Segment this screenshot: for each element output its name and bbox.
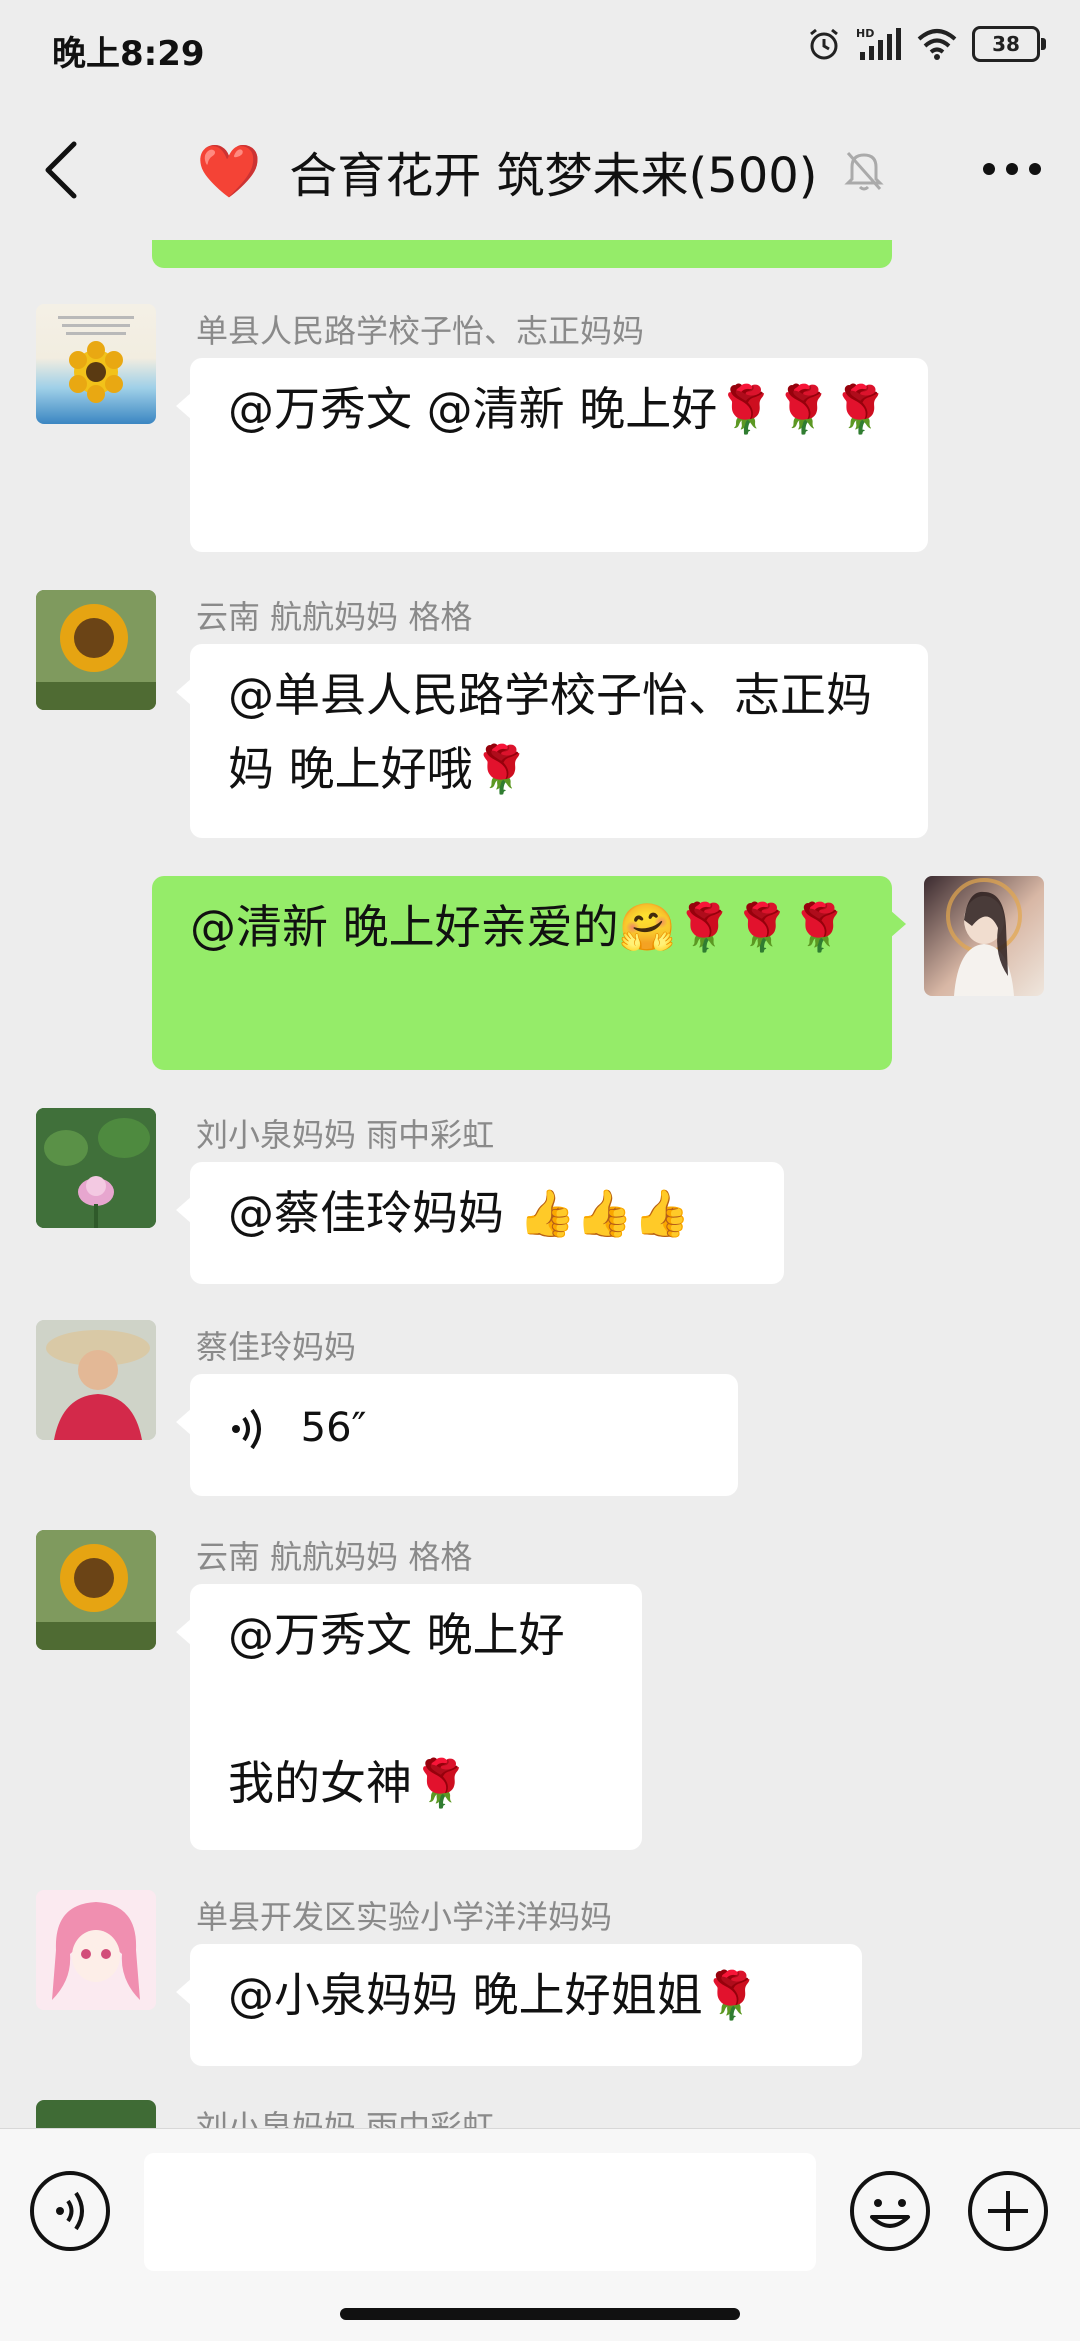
message-text: @万秀文 @清新 晚上好🌹🌹🌹 (228, 382, 890, 436)
alarm-icon (810, 28, 838, 60)
message-text-line: @万秀文 晚上好 (228, 1608, 565, 1662)
sender-name: 云南 航航妈妈 格格 (196, 1538, 473, 1576)
my-avatar[interactable] (924, 876, 1044, 996)
avatar[interactable] (36, 1108, 156, 1228)
sunflower-avatar-icon (36, 590, 156, 710)
message-bubble[interactable]: @单县人民路学校子怡、志正妈妈 晚上好哦🌹 (176, 644, 928, 838)
sender-name: 单县开发区实验小学洋洋妈妈 (196, 1898, 613, 1936)
avatar[interactable] (36, 2100, 156, 2128)
wifi-icon (917, 29, 957, 60)
group-name: 合育花开 筑梦未来(500) (289, 148, 818, 204)
voice-toggle-button[interactable] (30, 2171, 110, 2251)
message-bubble[interactable]: @万秀文 @清新 晚上好🌹🌹🌹 (176, 358, 928, 552)
home-indicator[interactable] (340, 2308, 740, 2320)
voice-message-bubble[interactable]: 56″ (176, 1374, 738, 1496)
chat-title: ❤️ 合育花开 筑梦未来(500) (0, 136, 1080, 206)
message-bubble[interactable]: @万秀文 晚上好 我的女神🌹 (176, 1584, 642, 1850)
signal-icon: HD (856, 27, 901, 60)
chat-header: ❤️ 合育花开 筑梦未来(500) (0, 96, 1080, 240)
more-icon[interactable] (982, 162, 1042, 176)
emoji-icon[interactable] (848, 2169, 932, 2253)
message-bubble[interactable]: @小泉妈妈 晚上好姐姐🌹 (176, 1944, 862, 2066)
plus-icon[interactable] (966, 2169, 1050, 2253)
message-input[interactable] (144, 2153, 816, 2271)
status-time: 晚上8:29 (52, 34, 205, 74)
voice-icon (56, 2191, 84, 2231)
message-list[interactable]: 单县人民路学校子怡、志正妈妈 @万秀文 @清新 晚上好🌹🌹🌹 云南 航航妈妈 格… (0, 240, 1080, 2128)
avatar[interactable] (36, 304, 156, 424)
message-text: @蔡佳玲妈妈 👍👍👍 (228, 1186, 691, 1240)
lotus-avatar-icon (36, 1108, 156, 1228)
portrait-avatar-icon (946, 878, 1022, 996)
sender-name: 刘小泉妈妈 雨中彩虹 (196, 1116, 495, 1154)
sunflower-avatar-icon (36, 1530, 156, 1650)
status-icons: HD 38 (806, 26, 1046, 62)
message-bubble[interactable]: @蔡佳玲妈妈 👍👍👍 (176, 1162, 784, 1284)
battery-indicator: 38 (972, 26, 1046, 62)
message-bubble-partial[interactable] (152, 240, 906, 268)
voice-icon (232, 1408, 261, 1449)
avatar[interactable] (36, 1530, 156, 1650)
voice-duration: 56″ (300, 1405, 367, 1451)
mute-icon (843, 152, 884, 191)
sunflower-avatar-icon (58, 316, 134, 403)
anime-avatar-icon (36, 1890, 156, 2010)
avatar[interactable] (36, 1890, 156, 2010)
message-text: @单县人民路学校子怡、志正妈妈 晚上好哦🌹 (228, 668, 872, 796)
my-message-bubble[interactable]: @清新 晚上好亲爱的🤗🌹🌹🌹 (152, 876, 906, 1070)
status-bar: 晚上8:29 HD 38 (0, 0, 1080, 96)
avatar[interactable] (36, 590, 156, 710)
message-text: @小泉妈妈 晚上好姐姐🌹 (228, 1968, 760, 2022)
sender-name: 单县人民路学校子怡、志正妈妈 (196, 312, 645, 350)
avatar[interactable] (36, 1320, 156, 1440)
message-text: @清新 晚上好亲爱的🤗🌹🌹🌹 (190, 900, 848, 954)
heart-icon: ❤️ (196, 141, 262, 202)
message-text-line: 我的女神🌹 (228, 1756, 470, 1810)
sender-name: 云南 航航妈妈 格格 (196, 598, 473, 636)
sender-name: 蔡佳玲妈妈 (196, 1328, 357, 1366)
sender-name: 刘小泉妈妈 雨中彩虹 (196, 2108, 495, 2128)
svg-text:HD: HD (856, 27, 874, 40)
child-avatar-icon (36, 1320, 156, 1440)
